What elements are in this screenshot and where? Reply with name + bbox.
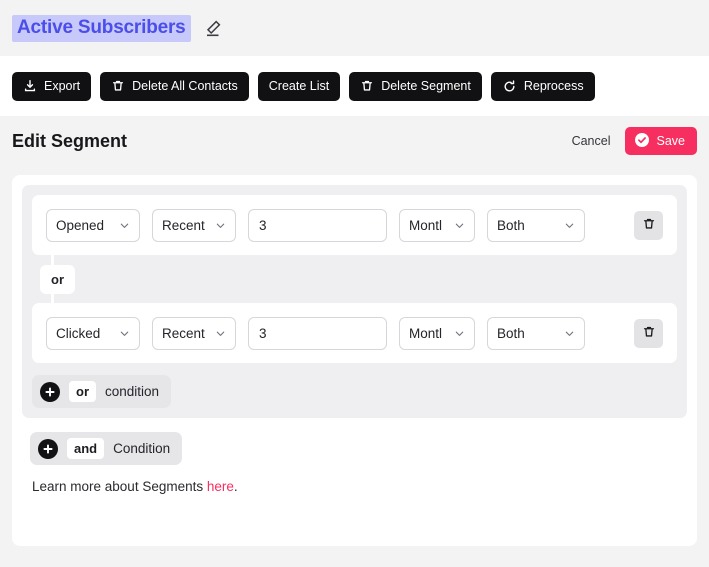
condition-unit-value: Montl [409, 217, 443, 233]
condition-scope-value: Both [497, 325, 525, 341]
chevron-down-icon [119, 220, 130, 231]
create-list-label: Create List [268, 79, 330, 93]
delete-segment-label: Delete Segment [381, 79, 471, 93]
reprocess-button[interactable]: Reprocess [490, 71, 595, 101]
delete-all-contacts-button[interactable]: Delete All Contacts [100, 71, 249, 101]
condition-group: Opened Recent Montl Both [22, 185, 687, 418]
condition-operator-select[interactable]: Recent [152, 208, 236, 242]
plus-circle-icon [40, 381, 60, 402]
page-title: Edit Segment [12, 130, 128, 151]
trash-icon [360, 79, 374, 93]
page-header: Edit Segment Cancel Save [0, 116, 709, 166]
add-and-text: Condition [113, 441, 171, 456]
add-or-text: condition [105, 384, 160, 399]
page-header-actions: Cancel Save [572, 127, 697, 155]
segment-title-bar: Active Subscribers [0, 0, 709, 56]
condition-scope-value: Both [497, 217, 525, 233]
condition-row: Opened Recent Montl Both [32, 195, 677, 255]
reprocess-label: Reprocess [523, 79, 584, 93]
condition-value-input[interactable] [248, 316, 387, 350]
chevron-down-icon [119, 328, 130, 339]
save-button-label: Save [656, 134, 686, 148]
add-and-keyword: and [67, 438, 105, 459]
download-icon [23, 79, 37, 93]
export-button[interactable]: Export [12, 71, 92, 101]
learn-more-prefix: Learn more about Segments [32, 479, 207, 494]
trash-icon [642, 217, 656, 234]
learn-more-text: Learn more about Segments here. [32, 479, 687, 494]
chevron-down-icon [215, 220, 226, 231]
condition-operator-value: Recent [162, 325, 205, 341]
add-or-condition-button[interactable]: or condition [32, 375, 172, 408]
condition-unit-select[interactable]: Montl [399, 316, 475, 350]
chevron-down-icon [564, 328, 575, 339]
condition-operator-select[interactable]: Recent [152, 316, 236, 350]
segment-toolbar: Export Delete All Contacts Create List D… [0, 56, 709, 116]
trash-icon [642, 325, 656, 342]
condition-scope-select[interactable]: Both [487, 316, 585, 350]
export-button-label: Export [44, 79, 81, 93]
condition-unit-value: Montl [409, 325, 443, 341]
pencil-icon[interactable] [203, 18, 223, 38]
or-connector-chip[interactable]: or [40, 264, 75, 294]
add-and-condition-button[interactable]: and Condition [30, 432, 183, 465]
segment-builder-card: Opened Recent Montl Both [12, 175, 697, 546]
cancel-button[interactable]: Cancel [572, 134, 611, 148]
delete-condition-button[interactable] [634, 210, 663, 240]
create-list-button[interactable]: Create List [257, 71, 341, 101]
segments-help-link[interactable]: here [207, 479, 234, 494]
condition-operator-value: Recent [162, 217, 205, 233]
refresh-icon [502, 79, 517, 94]
learn-more-suffix: . [233, 479, 238, 494]
condition-field-select[interactable]: Clicked [46, 316, 140, 350]
condition-field-value: Clicked [56, 325, 101, 341]
add-or-keyword: or [69, 381, 96, 402]
delete-all-contacts-label: Delete All Contacts [132, 79, 238, 93]
chevron-down-icon [215, 328, 226, 339]
plus-circle-icon [38, 438, 58, 459]
check-circle-icon [634, 132, 650, 151]
condition-unit-select[interactable]: Montl [399, 208, 475, 242]
chevron-down-icon [454, 220, 465, 231]
segment-name[interactable]: Active Subscribers [12, 14, 191, 42]
condition-field-select[interactable]: Opened [46, 208, 140, 242]
delete-segment-button[interactable]: Delete Segment [349, 71, 482, 101]
condition-field-value: Opened [56, 217, 105, 233]
condition-value-input[interactable] [248, 208, 387, 242]
condition-row: Clicked Recent Montl Both [32, 303, 677, 363]
trash-icon [111, 79, 125, 93]
chevron-down-icon [454, 328, 465, 339]
chevron-down-icon [564, 220, 575, 231]
or-connector: or [40, 249, 677, 309]
delete-condition-button[interactable] [634, 318, 663, 348]
save-button[interactable]: Save [624, 127, 697, 155]
condition-scope-select[interactable]: Both [487, 208, 585, 242]
